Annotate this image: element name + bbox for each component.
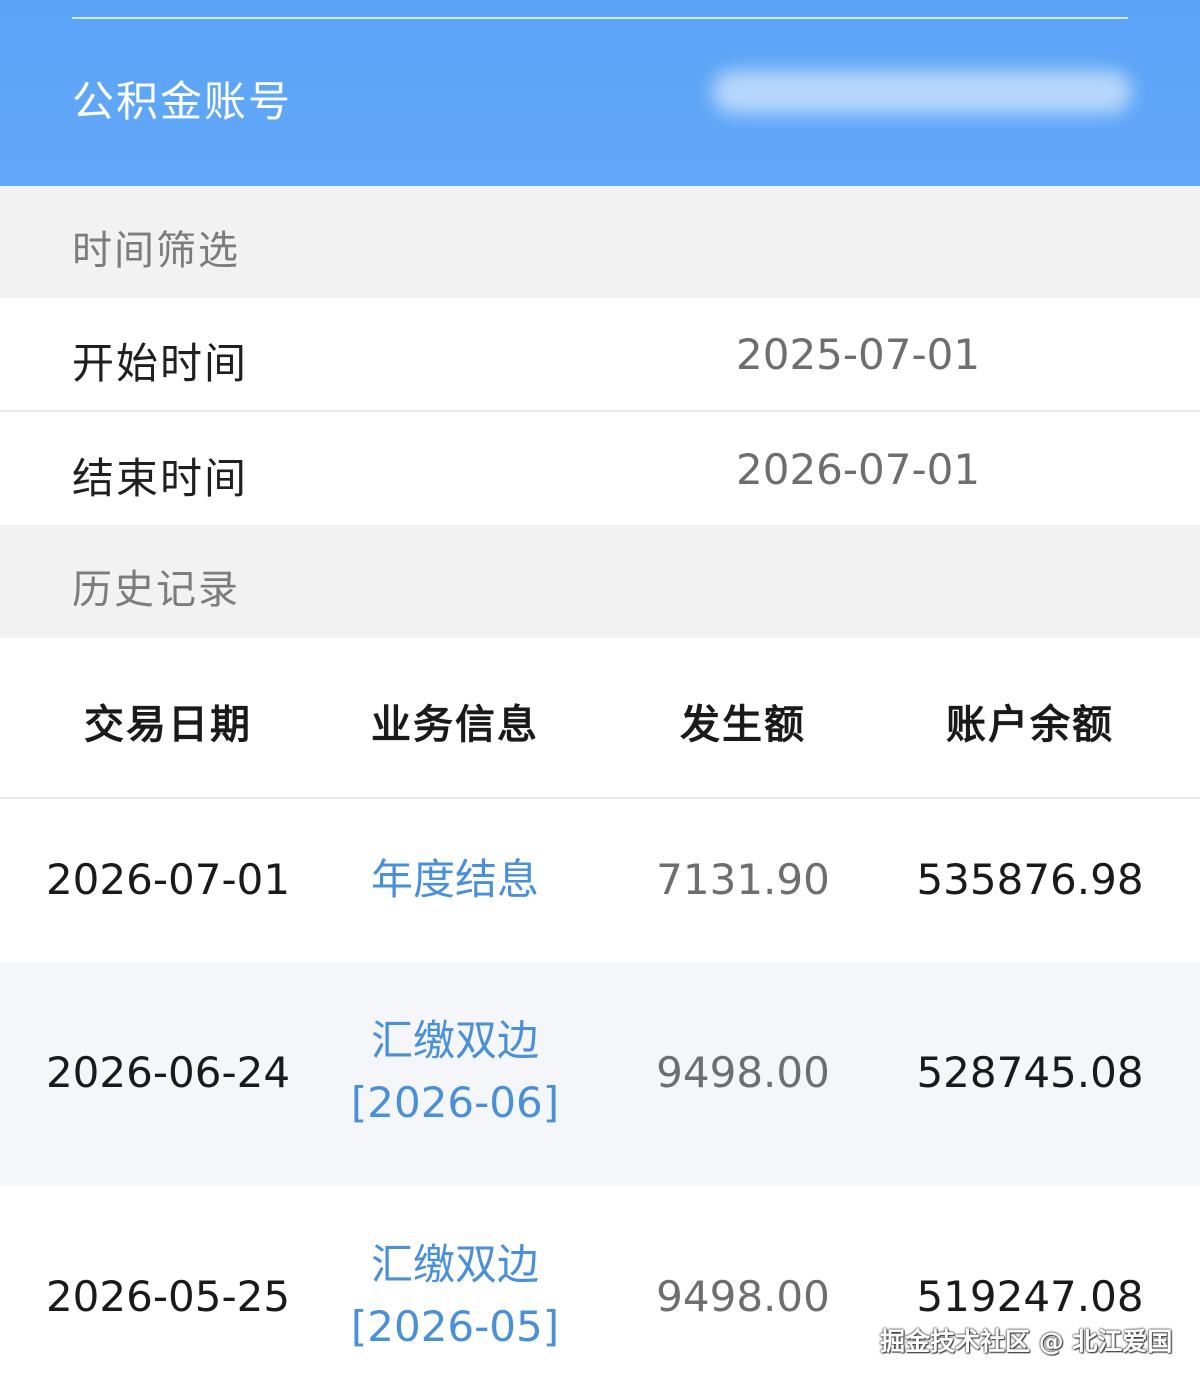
- time-filter-section: 时间筛选: [0, 186, 1200, 298]
- end-time-row[interactable]: 结束时间 2026-07-01: [0, 412, 1200, 525]
- row-business-info-link[interactable]: 汇缴双边 [2026-05]: [305, 1234, 605, 1358]
- row-date: 2026-05-25: [45, 1272, 291, 1321]
- watermark-text: 掘金技术社区 @ 北江爱国: [880, 1327, 1173, 1356]
- account-number-label: 公积金账号: [72, 77, 293, 126]
- account-header: 公积金账号: [0, 0, 1200, 186]
- table-row: 2026-06-24 汇缴双边 [2026-06] 9498.00 528745…: [0, 962, 1200, 1186]
- end-time-value[interactable]: 2026-07-01: [736, 445, 980, 494]
- column-header-business-info: 业务信息: [371, 702, 539, 748]
- row-amount: 9498.00: [656, 1272, 830, 1321]
- column-header-amount: 发生额: [680, 702, 806, 748]
- business-info-type[interactable]: 汇缴双边: [305, 1234, 605, 1296]
- table-row: 2026-07-01 年度结息 7131.90 535876.98: [0, 799, 1200, 962]
- start-time-label: 开始时间: [72, 339, 249, 388]
- business-info-period[interactable]: [2026-05]: [305, 1296, 605, 1358]
- time-filter-title: 时间筛选: [72, 228, 240, 274]
- row-amount: 7131.90: [656, 855, 830, 904]
- start-time-row[interactable]: 开始时间 2025-07-01: [0, 298, 1200, 410]
- row-balance: 528745.08: [916, 1048, 1144, 1097]
- account-number-value-blurred: [712, 70, 1132, 114]
- history-section: 历史记录: [0, 525, 1200, 638]
- row-amount: 9498.00: [656, 1048, 830, 1097]
- business-info-type[interactable]: 年度结息: [305, 849, 605, 911]
- header-divider: [72, 17, 1128, 19]
- end-time-label: 结束时间: [72, 454, 249, 503]
- row-business-info-link[interactable]: 年度结息: [305, 849, 605, 911]
- start-time-value[interactable]: 2025-07-01: [736, 330, 980, 379]
- history-title: 历史记录: [72, 567, 240, 613]
- row-balance: 535876.98: [916, 855, 1144, 904]
- business-info-type[interactable]: 汇缴双边: [305, 1010, 605, 1072]
- row-date: 2026-06-24: [45, 1048, 291, 1097]
- row-date: 2026-07-01: [45, 855, 291, 904]
- column-header-balance: 账户余额: [946, 702, 1114, 748]
- business-info-period[interactable]: [2026-06]: [305, 1072, 605, 1134]
- row-balance: 519247.08: [916, 1272, 1144, 1321]
- column-header-date: 交易日期: [84, 702, 252, 748]
- row-business-info-link[interactable]: 汇缴双边 [2026-06]: [305, 1010, 605, 1134]
